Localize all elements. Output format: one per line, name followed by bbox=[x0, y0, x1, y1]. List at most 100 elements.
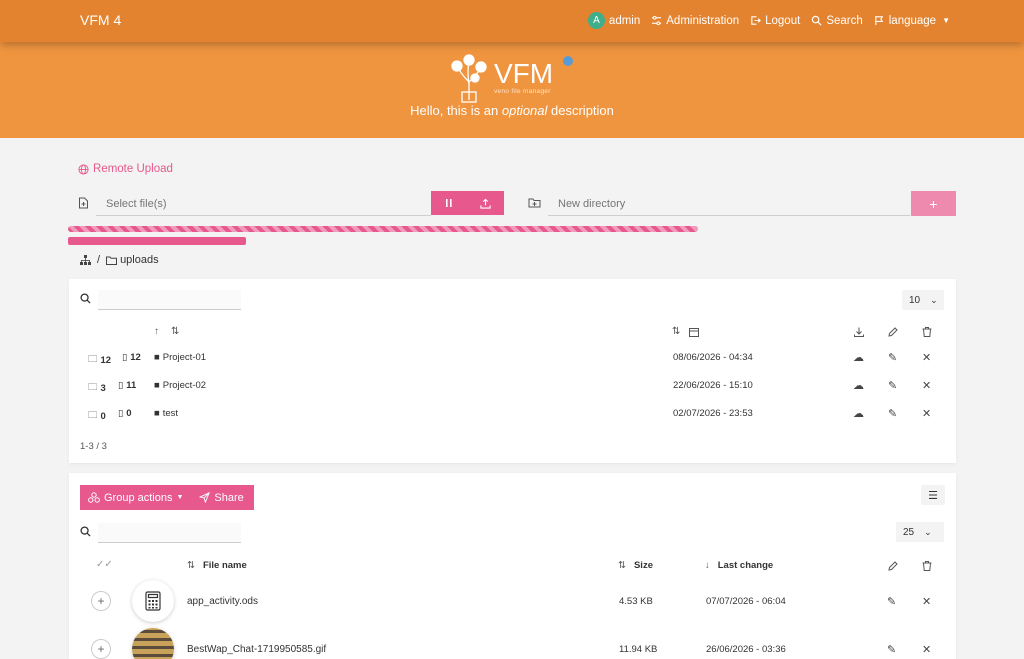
administration-label: Administration bbox=[666, 14, 740, 27]
upload-button-group bbox=[431, 191, 504, 215]
calendar-icon bbox=[689, 328, 699, 337]
sitemap-icon[interactable] bbox=[80, 255, 91, 265]
close-icon[interactable]: ✕ bbox=[922, 407, 931, 420]
folder-link[interactable]: ■ test bbox=[154, 408, 178, 419]
edit-icon[interactable]: ✎ bbox=[888, 407, 897, 420]
cloud-download-icon[interactable]: ☁ bbox=[853, 379, 864, 392]
search-icon bbox=[80, 293, 91, 304]
edit-icon[interactable]: ✎ bbox=[888, 379, 897, 392]
flag-icon bbox=[875, 15, 883, 26]
folders-per-page-select[interactable]: 10 ⌄ bbox=[902, 290, 944, 310]
per-page-value: 25 bbox=[903, 526, 915, 538]
language-dropdown[interactable]: language ▼ bbox=[874, 15, 950, 27]
file-name-link[interactable]: BestWap_Chat-1719950585.gif bbox=[187, 644, 326, 655]
sort-name-icon[interactable]: ⇅ bbox=[171, 326, 179, 337]
folder-date: 08/06/2026 - 04:34 bbox=[673, 352, 753, 363]
cloud-download-icon[interactable]: ☁ bbox=[853, 407, 864, 420]
table-row-subfolders: 🗀 3 bbox=[88, 380, 106, 396]
edit-icon[interactable]: ✎ bbox=[887, 643, 896, 656]
file-size: 4.53 KB bbox=[619, 596, 653, 607]
folder-name: Project-02 bbox=[162, 380, 207, 391]
folder-solid-icon: ■ bbox=[154, 352, 160, 363]
folder-link[interactable]: ■ Project-02 bbox=[154, 380, 206, 391]
header-size-label: Size bbox=[633, 560, 653, 571]
close-icon[interactable]: ✕ bbox=[922, 351, 931, 364]
edit-icon[interactable]: ✎ bbox=[887, 595, 896, 608]
pencil-icon bbox=[888, 561, 898, 571]
search-label: Search bbox=[826, 14, 863, 27]
search-link[interactable]: Search bbox=[811, 14, 863, 27]
file-count: 11 bbox=[126, 380, 137, 391]
file-count: 12 bbox=[130, 352, 141, 363]
pagination-counter: 1-3 / 3 bbox=[80, 441, 107, 452]
close-icon[interactable]: ✕ bbox=[922, 379, 931, 392]
file-select-input[interactable] bbox=[96, 192, 431, 216]
header-file-name-label: File name bbox=[202, 560, 247, 571]
upload-button[interactable] bbox=[468, 191, 505, 215]
share-button[interactable]: Share bbox=[191, 492, 251, 504]
file-icon: ▯ bbox=[118, 408, 124, 419]
edit-icon[interactable]: ✎ bbox=[888, 351, 897, 364]
description-emphasis: optional bbox=[501, 103, 548, 118]
files-search-input[interactable] bbox=[98, 523, 241, 543]
folder-solid-icon: ■ bbox=[154, 408, 160, 419]
file-date: 07/07/2026 - 06:04 bbox=[706, 596, 786, 607]
breadcrumb-separator: / bbox=[97, 254, 101, 266]
pause-upload-button[interactable] bbox=[431, 191, 468, 215]
trash-icon bbox=[922, 327, 932, 337]
file-icon: ▯ bbox=[122, 352, 128, 363]
expand-row-button[interactable]: + bbox=[91, 639, 111, 659]
sort-date-icon[interactable]: ⇅ bbox=[672, 326, 680, 337]
upload-progress-total bbox=[68, 237, 246, 245]
files-per-page-select[interactable]: 25 ⌄ bbox=[896, 522, 944, 542]
expand-row-button[interactable]: + bbox=[91, 591, 111, 611]
folder-link[interactable]: ■ Project-01 bbox=[154, 352, 206, 363]
header-size[interactable]: ⇅ Size bbox=[618, 560, 653, 571]
caret-down-icon: ▼ bbox=[942, 16, 950, 25]
file-icon: ▯ bbox=[118, 380, 124, 391]
share-label: Share bbox=[214, 491, 244, 504]
administration-link[interactable]: Administration bbox=[651, 15, 739, 27]
remote-upload-link[interactable]: Remote Upload bbox=[78, 163, 173, 175]
folder-icon: 🗀 bbox=[88, 382, 98, 393]
chevron-down-icon: ⌄ bbox=[930, 294, 938, 305]
logout-icon bbox=[751, 16, 761, 25]
header-last-change[interactable]: ↓ Last change bbox=[705, 560, 773, 571]
file-thumbnail[interactable] bbox=[132, 628, 174, 659]
breadcrumb-folder[interactable]: uploads bbox=[106, 254, 159, 266]
group-actions-dropdown[interactable]: Group actions ▼ bbox=[80, 492, 191, 504]
brand-link[interactable]: VFM 4 bbox=[80, 12, 121, 28]
close-icon[interactable]: ✕ bbox=[922, 643, 931, 656]
upload-progress-bar bbox=[68, 226, 698, 232]
cloud-download-icon[interactable]: ☁ bbox=[853, 351, 864, 364]
folders-search-input[interactable] bbox=[98, 290, 241, 310]
select-all-check-icon[interactable]: ✓✓ bbox=[96, 559, 113, 570]
logout-link[interactable]: Logout bbox=[750, 15, 800, 27]
sort-up-icon[interactable]: ↑ bbox=[154, 326, 159, 337]
caret-down-icon: ▼ bbox=[176, 494, 184, 501]
table-row-subfolders: 🗀 0 bbox=[88, 408, 106, 424]
search-icon bbox=[80, 526, 91, 537]
logout-label: Logout bbox=[765, 14, 801, 27]
new-directory-input[interactable] bbox=[548, 192, 910, 216]
trash-icon bbox=[922, 561, 932, 571]
user-menu[interactable]: A admin bbox=[587, 12, 640, 29]
file-name-link[interactable]: app_activity.ods bbox=[187, 596, 258, 607]
header-file-name[interactable]: ⇅ File name bbox=[187, 560, 247, 571]
group-actions-bar: Group actions ▼ Share bbox=[80, 485, 254, 510]
subfolder-count: 12 bbox=[100, 354, 112, 366]
list-icon: ☰ bbox=[928, 489, 938, 502]
pause-icon bbox=[446, 199, 452, 207]
pencil-icon bbox=[888, 327, 898, 337]
folders-panel: 10 ⌄ ↑ ⇅ ⇅ 🗀 12 ▯ 12 ■ Project-01 08/06/202… bbox=[69, 279, 956, 463]
group-icon bbox=[88, 492, 100, 503]
close-icon[interactable]: ✕ bbox=[922, 595, 931, 608]
create-directory-button[interactable]: + bbox=[911, 191, 956, 216]
sliders-icon bbox=[652, 15, 662, 26]
description-prefix: Hello, this is an bbox=[410, 103, 502, 118]
file-thumbnail[interactable] bbox=[132, 580, 174, 622]
list-view-toggle[interactable]: ☰ bbox=[921, 485, 945, 505]
file-plus-icon bbox=[79, 197, 88, 209]
plus-icon: + bbox=[929, 195, 938, 212]
per-page-value: 10 bbox=[909, 294, 921, 306]
